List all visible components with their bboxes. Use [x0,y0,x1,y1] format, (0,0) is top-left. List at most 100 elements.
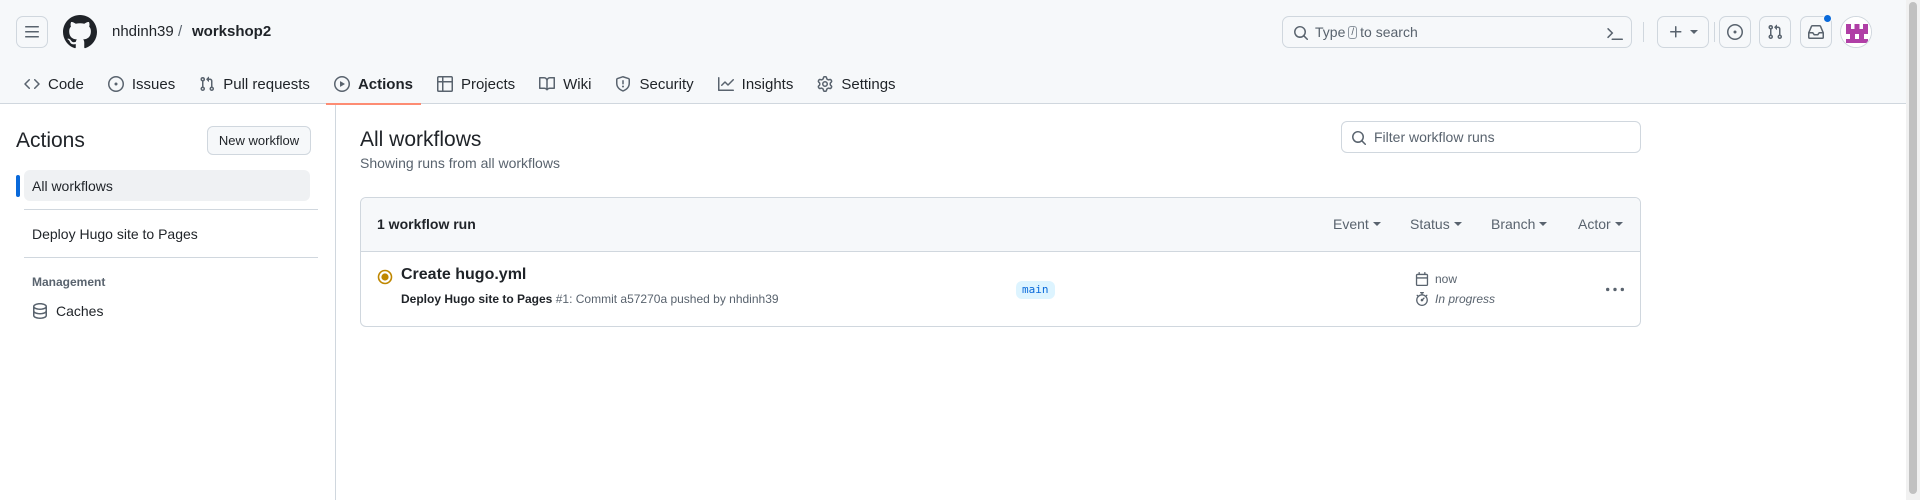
chevron-down-icon [1614,222,1623,226]
your-issues-button[interactable] [1719,16,1751,48]
tab-label: Issues [131,75,176,93]
filter-placeholder: Filter workflow runs [1374,129,1495,145]
plus-icon [1670,26,1682,38]
tab-label: Insights [741,75,794,93]
management-heading: Management [32,275,106,289]
search-input[interactable]: Type / to search [1282,16,1632,48]
workflow-run-title[interactable]: Create hugo.yml [401,266,526,284]
tab-projects[interactable]: Projects [429,64,523,104]
database-icon [33,303,47,319]
search-placeholder-suffix: to search [1360,24,1418,40]
gear-icon [817,76,833,92]
workflow-runs-header: 1 workflow run Event Status Branch Actor [361,198,1640,252]
tab-actions[interactable]: Actions [325,64,421,105]
run-options-button[interactable] [1599,276,1631,304]
issue-opened-icon [107,76,124,92]
filter-label: Event [1333,216,1369,232]
tab-wiki[interactable]: Wiki [531,64,599,104]
code-icon [24,78,40,90]
create-new-button[interactable] [1657,16,1709,48]
tab-pull-requests[interactable]: Pull requests [191,64,318,104]
inbox-icon [1808,25,1824,39]
sidebar-item-label: All workflows [32,177,113,194]
run-when-text: now [1435,272,1458,286]
filter-workflow-runs-input[interactable]: Filter workflow runs [1341,121,1641,153]
header-divider [1714,22,1715,42]
breadcrumb-repo[interactable]: workshop2 [192,22,271,42]
sidebar-divider [24,257,318,258]
workflow-runs-box: 1 workflow run Event Status Branch Actor… [360,197,1641,327]
tab-label: Security [639,75,694,93]
workflow-run-row[interactable]: Create hugo.yml Deploy Hugo site to Page… [361,252,1640,326]
event-filter-dropdown[interactable]: Event [1333,216,1381,232]
chevron-down-icon [1690,30,1698,34]
your-pull-requests-button[interactable] [1759,16,1791,48]
search-placeholder: Type / to search [1315,24,1418,40]
workflow-run-count: 1 workflow run [377,216,476,232]
issue-opened-icon [1727,24,1743,40]
search-icon [1294,26,1309,41]
breadcrumb-owner[interactable]: nhdinh39 [112,22,174,42]
run-detail: : Commit a57270a pushed by nhdinh39 [569,292,779,306]
search-placeholder-prefix: Type [1315,24,1346,40]
breadcrumb-separator: / [178,23,183,40]
filter-label: Actor [1578,216,1611,232]
git-pull-request-icon [200,76,215,92]
tab-label: Settings [841,75,896,93]
avatar[interactable] [1840,16,1872,48]
repo-nav-tabs: Code Issues Pull requests Actions Projec… [16,64,912,105]
run-timestamp: now [1415,272,1457,286]
tab-label: Code [48,75,84,93]
sidebar-item-deploy-hugo[interactable]: Deploy Hugo site to Pages [24,218,310,249]
run-status-text: In progress [1435,292,1496,306]
workflow-run-meta: Deploy Hugo site to Pages #1: Commit a57… [401,292,779,306]
page-scrollbar[interactable] [1906,0,1920,500]
in-progress-status-icon [377,269,393,285]
scrollbar-thumb[interactable] [1909,2,1917,494]
new-workflow-button[interactable]: New workflow [207,126,311,155]
tab-label: Wiki [563,75,592,93]
chevron-down-icon [1539,222,1548,226]
branch-filter-dropdown[interactable]: Branch [1491,216,1548,232]
sidebar-item-label: Caches [56,303,104,319]
page-title: All workflows [360,128,482,151]
tab-label: Projects [460,75,516,93]
sidebar-divider [24,209,318,210]
kebab-horizontal-icon [1606,287,1624,292]
stopwatch-icon [1416,292,1428,306]
calendar-icon [1415,272,1429,286]
filter-label: Status [1410,216,1450,232]
tab-issues[interactable]: Issues [100,64,183,104]
search-shortcut-key: / [1348,25,1358,39]
hamburger-icon [25,26,39,38]
page-subtitle: Showing runs from all workflows [360,155,560,171]
tab-security[interactable]: Security [607,64,701,104]
actor-filter-dropdown[interactable]: Actor [1578,216,1623,232]
sidebar-item-caches[interactable]: Caches [32,303,103,319]
tab-insights[interactable]: Insights [710,64,802,104]
sidebar-item-label: Deploy Hugo site to Pages [32,225,198,242]
app-header: nhdinh39 / workshop2 Type / to search Co… [0,0,1906,105]
git-pull-request-icon [1768,24,1783,40]
graph-icon [717,77,734,91]
sidebar-item-all-workflows[interactable]: All workflows [16,170,310,201]
github-logo-icon[interactable] [63,15,97,49]
identicon-icon [1841,17,1871,47]
command-palette-icon[interactable] [1607,25,1623,41]
menu-button[interactable] [16,16,48,48]
run-number: #1 [555,292,570,306]
header-divider [1643,22,1644,42]
header-top-bar: nhdinh39 / workshop2 Type / to search [0,0,1906,64]
book-icon [539,76,556,91]
search-icon [1352,131,1367,146]
tab-label: Pull requests [223,75,310,93]
status-filter-dropdown[interactable]: Status [1410,216,1462,232]
branch-label[interactable]: main [1016,281,1055,299]
tab-settings[interactable]: Settings [809,64,903,104]
sidebar-title: Actions [16,129,85,152]
workflow-name: Deploy Hugo site to Pages [401,292,553,306]
play-icon [333,76,350,92]
filter-label: Branch [1491,216,1536,232]
tab-code[interactable]: Code [16,64,92,104]
notification-indicator [1823,14,1832,23]
